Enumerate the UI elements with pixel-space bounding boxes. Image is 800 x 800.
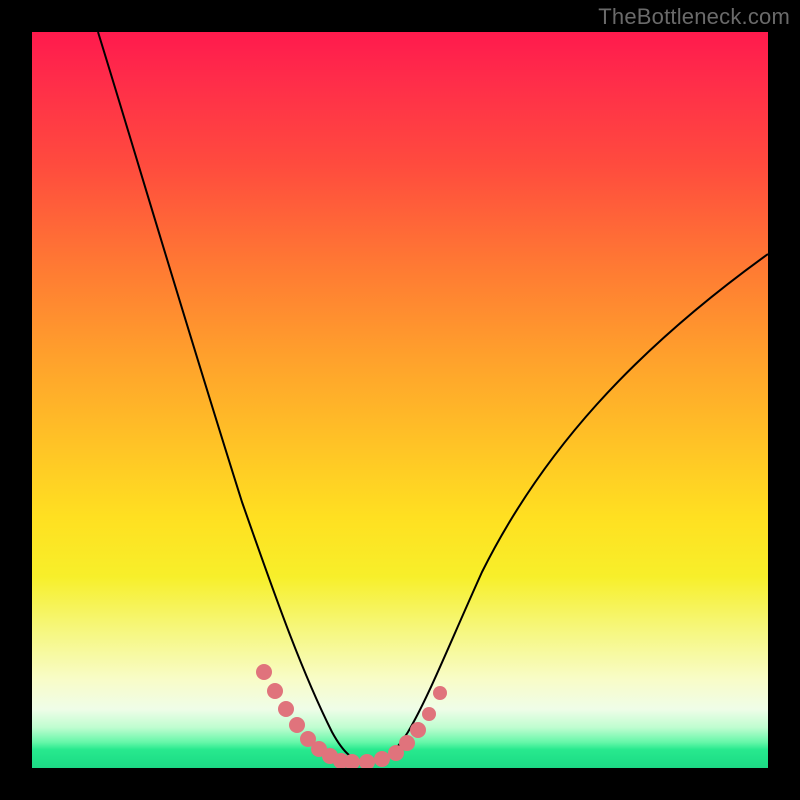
plot-area bbox=[32, 32, 768, 768]
marker-cluster-left bbox=[256, 664, 338, 764]
bottleneck-curve-svg bbox=[32, 32, 768, 768]
bottleneck-curve-path bbox=[98, 32, 768, 762]
watermark-text: TheBottleneck.com bbox=[598, 4, 790, 30]
chart-frame: TheBottleneck.com bbox=[0, 0, 800, 800]
marker-cluster-right bbox=[399, 686, 447, 751]
